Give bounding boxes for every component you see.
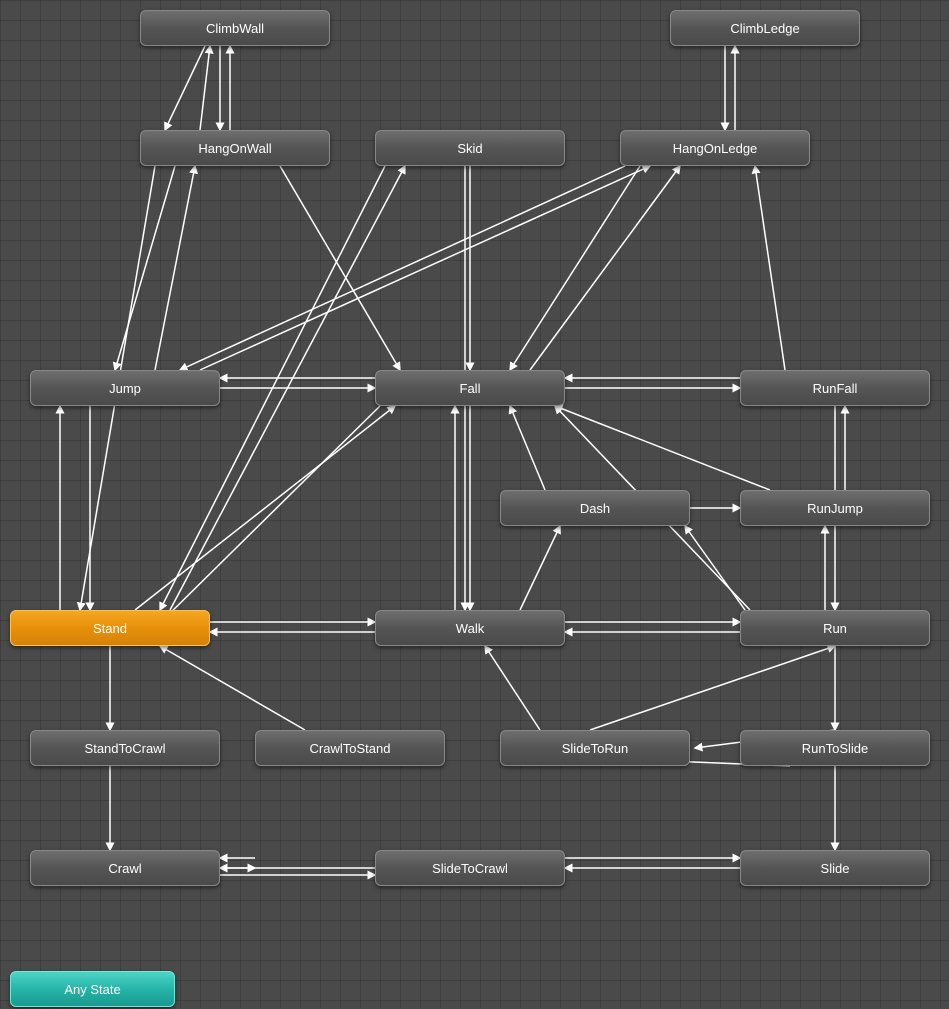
state-node-slidetocrawl[interactable]: SlideToCrawl: [375, 850, 565, 886]
state-node-label: ClimbLedge: [730, 21, 799, 36]
state-node-standtocrawl[interactable]: StandToCrawl: [30, 730, 220, 766]
state-node-label: Run: [823, 621, 847, 636]
state-node-label: CrawlToStand: [310, 741, 391, 756]
state-node-run[interactable]: Run: [740, 610, 930, 646]
state-node-dash[interactable]: Dash: [500, 490, 690, 526]
state-node-runjump[interactable]: RunJump: [740, 490, 930, 526]
state-node-crawl[interactable]: Crawl: [30, 850, 220, 886]
state-node-label: RunJump: [807, 501, 863, 516]
state-node-label: RunToSlide: [802, 741, 869, 756]
state-node-runfall[interactable]: RunFall: [740, 370, 930, 406]
state-node-label: SlideToCrawl: [432, 861, 508, 876]
state-node-fall[interactable]: Fall: [375, 370, 565, 406]
state-node-skid[interactable]: Skid: [375, 130, 565, 166]
state-node-slide[interactable]: Slide: [740, 850, 930, 886]
state-node-label: ClimbWall: [206, 21, 264, 36]
state-node-label: Any State: [64, 982, 120, 997]
state-node-label: Crawl: [108, 861, 141, 876]
state-node-label: Fall: [460, 381, 481, 396]
state-node-stand[interactable]: Stand: [10, 610, 210, 646]
state-node-runtoslide[interactable]: RunToSlide: [740, 730, 930, 766]
state-node-label: StandToCrawl: [85, 741, 166, 756]
state-node-label: HangOnLedge: [673, 141, 758, 156]
state-node-slidetorun[interactable]: SlideToRun: [500, 730, 690, 766]
state-node-anystate[interactable]: Any State: [10, 971, 175, 1007]
state-node-climbledge[interactable]: ClimbLedge: [670, 10, 860, 46]
state-node-label: Walk: [456, 621, 484, 636]
state-node-walk[interactable]: Walk: [375, 610, 565, 646]
state-node-jump[interactable]: Jump: [30, 370, 220, 406]
state-node-label: HangOnWall: [198, 141, 271, 156]
state-node-label: Dash: [580, 501, 610, 516]
state-node-crawltostand[interactable]: CrawlToStand: [255, 730, 445, 766]
state-node-label: Skid: [457, 141, 482, 156]
state-node-hangonwall[interactable]: HangOnWall: [140, 130, 330, 166]
state-node-label: RunFall: [813, 381, 858, 396]
state-node-label: Stand: [93, 621, 127, 636]
state-node-climbwall[interactable]: ClimbWall: [140, 10, 330, 46]
state-node-label: Slide: [821, 861, 850, 876]
state-node-hangonledge[interactable]: HangOnLedge: [620, 130, 810, 166]
state-node-label: SlideToRun: [562, 741, 629, 756]
state-node-label: Jump: [109, 381, 141, 396]
